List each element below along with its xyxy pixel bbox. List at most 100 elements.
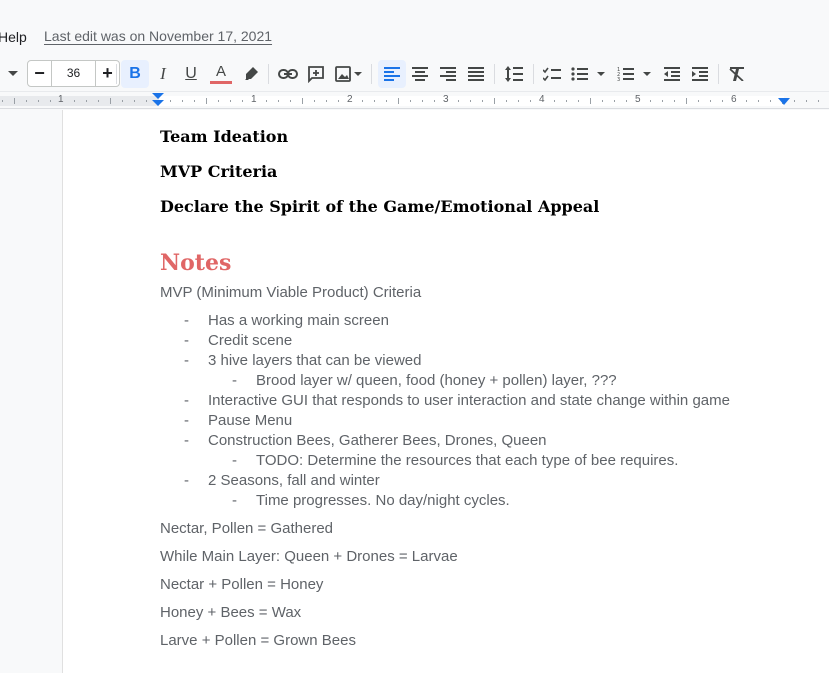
ruler-tick [614,100,615,102]
last-edit-link[interactable]: Last edit was on November 17, 2021 [44,28,272,44]
ruler-tick [26,100,27,102]
line-spacing-button[interactable] [500,60,528,88]
list-bullet-dash: - [184,352,189,369]
underline-button[interactable]: U [177,60,205,88]
insert-image-button[interactable] [332,60,366,88]
decrease-font-size-button[interactable]: − [28,61,52,86]
menu-help[interactable]: Help [0,29,27,45]
justify-button[interactable] [462,60,490,88]
image-icon [335,66,362,82]
ruler-tick [170,100,171,102]
align-left-button[interactable] [378,60,406,88]
ruler-tick [470,100,471,102]
ruler-tick [290,100,291,102]
list-item: Construction Bees, Gatherer Bees, Drones… [208,432,547,449]
text-color-swatch [210,81,232,84]
document-page[interactable]: Team Ideation MVP Criteria Declare the S… [62,110,829,673]
list-bullet-dash: - [232,372,237,389]
align-left-icon [384,67,400,81]
right-indent-marker[interactable] [778,98,790,105]
text-color-button[interactable]: A [206,60,236,88]
align-right-icon [440,67,456,81]
ruler-tick [554,100,555,102]
ruler-tick [758,100,759,102]
ruler-tick [746,100,747,102]
ruler-tick [410,100,411,102]
ruler-tick [518,100,519,102]
ruler-tick [386,100,387,102]
menubar: Help Last edit was on November 17, 2021 [0,0,829,56]
left-indent-marker[interactable] [152,100,164,106]
paragraph: Larve + Pollen = Grown Bees [160,632,356,649]
ruler-tick [818,100,819,102]
list-item: 3 hive layers that can be viewed [208,352,422,369]
font-dropdown-caret-icon[interactable] [4,60,22,88]
ruler-tick [98,100,99,102]
ruler-tick [50,100,51,102]
paragraph: Nectar, Pollen = Gathered [160,520,334,537]
ruler-tick [338,100,339,102]
list-bullet-dash: - [184,412,189,429]
italic-button[interactable]: I [149,60,177,88]
toolbar-divider [116,64,117,84]
align-right-button[interactable] [434,60,462,88]
ruler-tick [194,100,195,102]
ruler-tick [650,100,651,102]
increase-indent-button[interactable] [686,60,714,88]
ruler-tick [698,100,699,102]
insert-link-button[interactable] [274,60,302,88]
list-bullet-dash: - [184,312,189,329]
ruler-tick [398,98,399,104]
list-subitem: Time progresses. No day/night cycles. [256,492,510,509]
heading-mvp-criteria: MVP Criteria [160,162,278,181]
text-color-icon: A [210,64,232,84]
ruler-tick [302,98,303,104]
heading-spirit-of-game: Declare the Spirit of the Game/Emotional… [160,197,600,216]
ruler-number: 6 [731,94,737,105]
ruler-tick [482,100,483,102]
justify-icon [468,67,484,81]
insert-comment-button[interactable] [302,60,330,88]
first-line-indent-marker[interactable] [152,93,164,99]
document-canvas[interactable]: Team Ideation MVP Criteria Declare the S… [0,110,829,673]
list-item: 2 Seasons, fall and winter [208,472,380,489]
font-size-input[interactable]: 36 [52,61,95,86]
list-subitem: TODO: Determine the resources that each … [256,452,679,469]
ruler-tick [230,100,231,102]
ruler-tick [494,98,495,104]
checklist-button[interactable] [538,60,566,88]
list-item: Interactive GUI that responds to user in… [208,392,730,409]
align-center-button[interactable] [406,60,434,88]
ruler-tick [374,100,375,102]
ruler-tick [38,100,39,102]
ruler-number: 2 [347,94,353,105]
line-spacing-icon [505,66,523,82]
highlight-color-button[interactable] [238,60,264,88]
ruler-tick [2,100,3,102]
ruler-tick [674,100,675,102]
highlighter-icon [245,67,258,80]
numbered-list-button[interactable]: 1 2 3 [614,60,656,88]
bold-button[interactable]: B [121,60,149,88]
add-comment-icon [308,66,324,83]
ruler-tick [362,100,363,102]
ruler-tick [278,100,279,102]
ruler-tick [506,100,507,102]
underline-icon: U [185,65,197,82]
ruler-number: 1 [251,94,257,105]
list-subitem: Brood layer w/ queen, food (honey + poll… [256,372,617,389]
ruler-tick [14,98,15,104]
toolbar-divider [268,64,269,84]
ruler-tick [218,100,219,102]
decrease-indent-button[interactable] [658,60,686,88]
bulleted-list-button[interactable] [568,60,610,88]
toolbar-divider [494,64,495,84]
ruler-tick [530,100,531,102]
ruler-tick [566,100,567,102]
ruler-tick [770,100,771,102]
ruler-tick [578,100,579,102]
ruler-tick [686,98,687,104]
ruler-tick [422,100,423,102]
clear-formatting-button[interactable] [723,60,751,88]
horizontal-ruler[interactable]: 1 1 2 3 4 5 6 [0,92,829,109]
